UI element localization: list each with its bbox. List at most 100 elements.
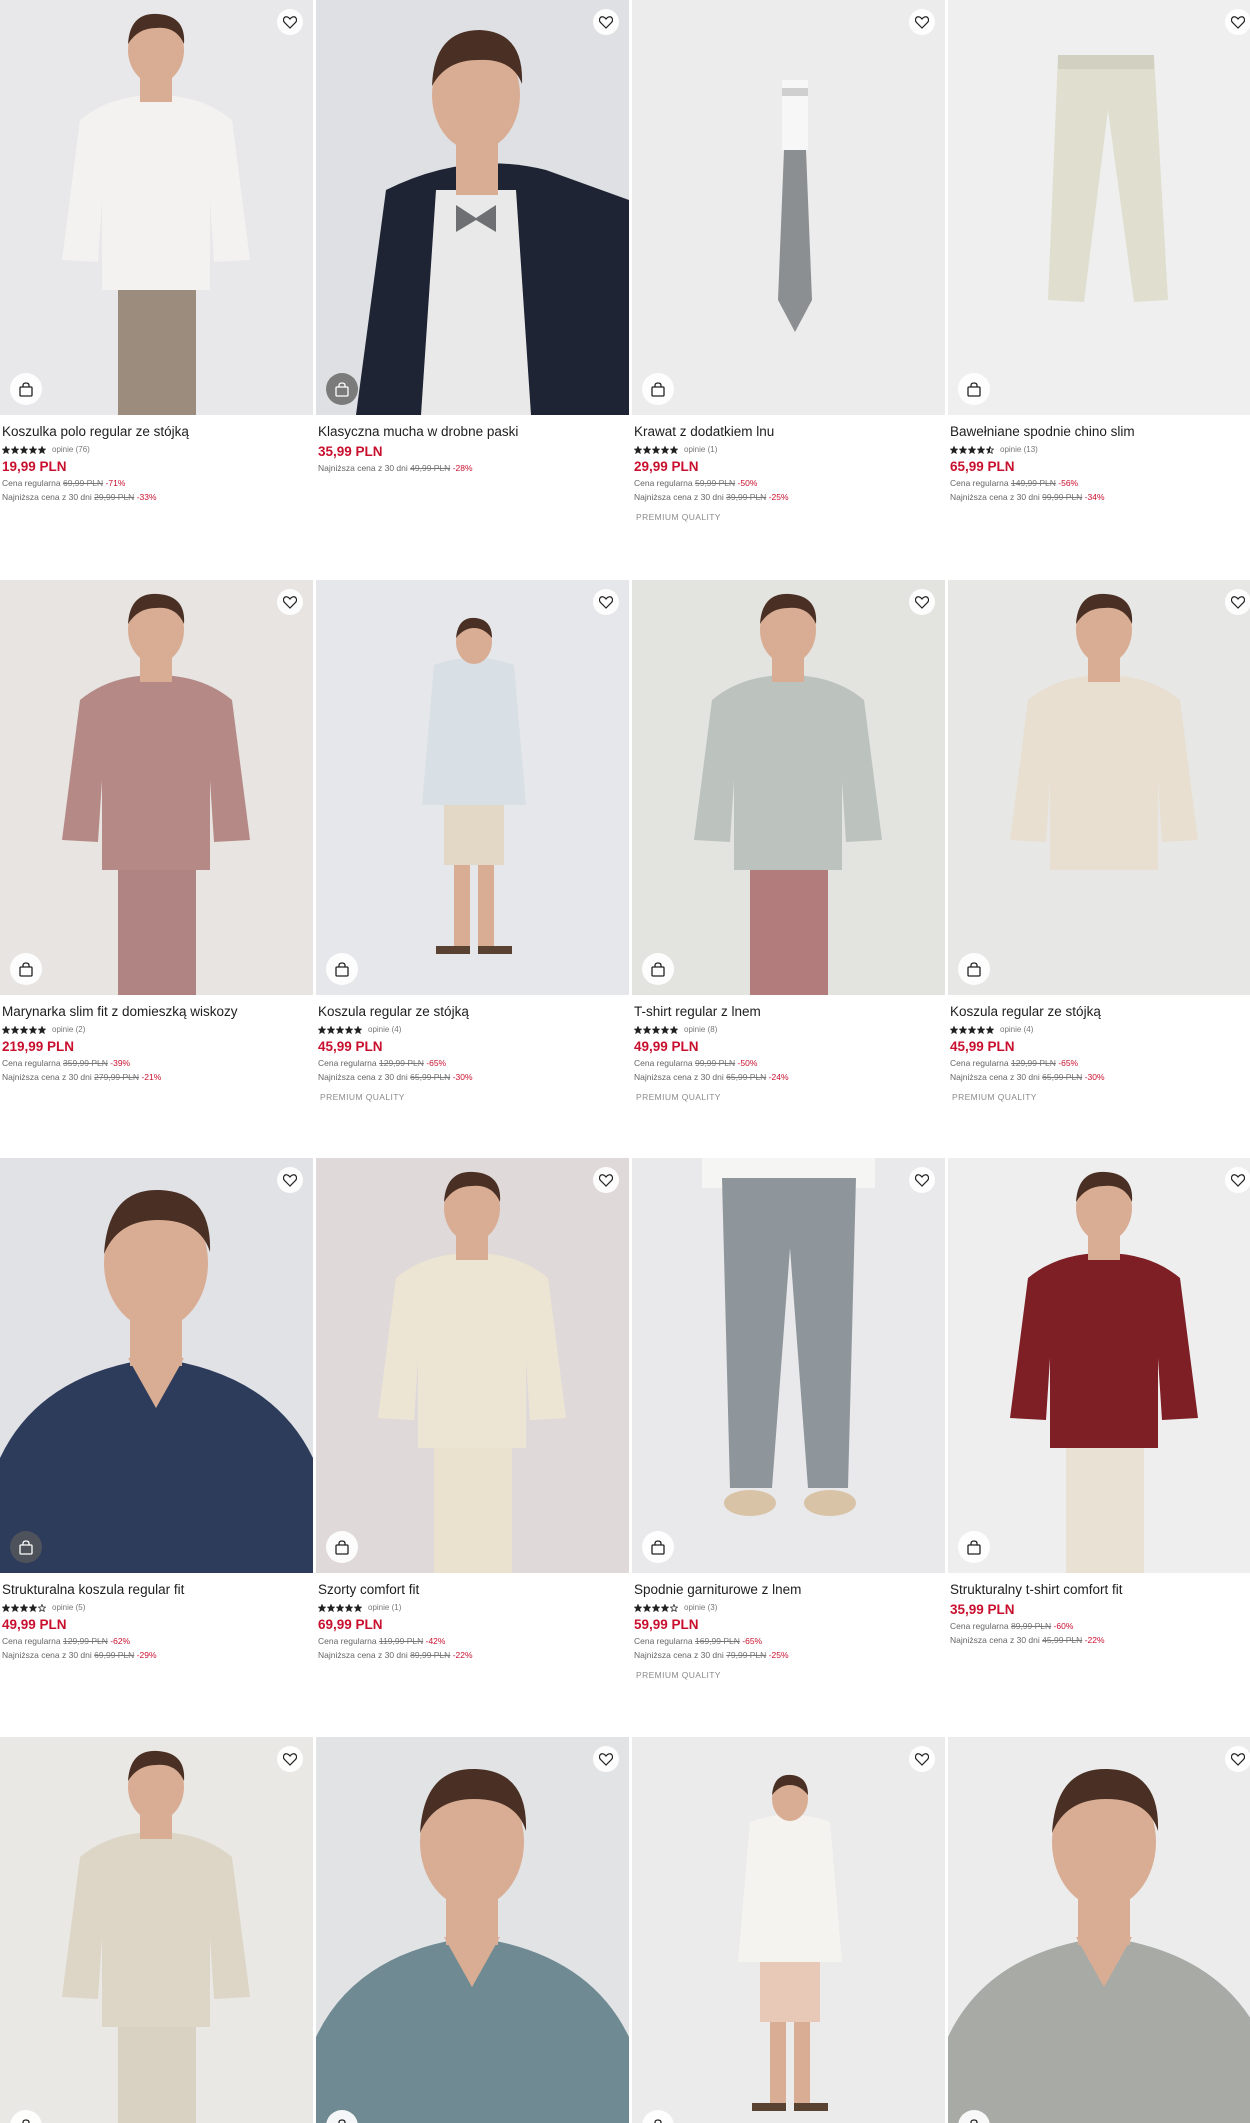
- add-to-cart-button[interactable]: [958, 953, 990, 985]
- product-card[interactable]: Klasyczna mucha w drobne paski 35,99 PLN N…: [316, 0, 629, 474]
- add-to-wishlist-button[interactable]: [1225, 1746, 1250, 1772]
- product-name[interactable]: Klasyczna mucha w drobne paski: [318, 423, 629, 440]
- price-label: Cena regularna: [2, 1636, 61, 1646]
- add-to-cart-button[interactable]: [326, 953, 358, 985]
- add-to-cart-button[interactable]: [10, 373, 42, 405]
- add-to-cart-button[interactable]: [326, 373, 358, 405]
- star-icon: [652, 1603, 660, 1612]
- reviews-count[interactable]: opinie (4): [1000, 1025, 1033, 1034]
- add-to-wishlist-button[interactable]: [1225, 9, 1250, 35]
- product-image[interactable]: [632, 1737, 945, 2123]
- reviews-count[interactable]: opinie (8): [684, 1025, 717, 1034]
- product-image[interactable]: [316, 1737, 629, 2123]
- product-image[interactable]: [948, 1737, 1250, 2123]
- star-icon: [661, 1025, 669, 1034]
- product-name[interactable]: Koszula regular ze stójką: [950, 1003, 1250, 1020]
- reviews-count[interactable]: opinie (13): [1000, 445, 1038, 454]
- add-to-wishlist-button[interactable]: [909, 1167, 935, 1193]
- reviews-count[interactable]: opinie (4): [368, 1025, 401, 1034]
- product-card[interactable]: Koszula regular ze stójką opinie (4) 45,99…: [316, 580, 629, 1102]
- add-to-cart-button[interactable]: [958, 1531, 990, 1563]
- shopping-bag-icon: [967, 381, 981, 397]
- add-to-cart-button[interactable]: [958, 373, 990, 405]
- product-card[interactable]: Marynarka slim fit z domieszką wiskozy op…: [0, 580, 313, 1083]
- product-card[interactable]: Koszula regular ze stójką opinie (4) 45,99…: [948, 580, 1250, 1102]
- add-to-wishlist-button[interactable]: [277, 9, 303, 35]
- current-price: 19,99 PLN: [2, 459, 67, 474]
- add-to-cart-button[interactable]: [10, 953, 42, 985]
- reviews-count[interactable]: opinie (3): [684, 1603, 717, 1612]
- product-image[interactable]: [316, 1158, 629, 1573]
- add-to-cart-button[interactable]: [326, 1531, 358, 1563]
- lowest-price-line: Najniższa cena z 30 dni 49,99 PLN -28%: [318, 463, 629, 474]
- lowest-price-line: Najniższa cena z 30 dni 79,99 PLN -25%: [634, 1650, 945, 1661]
- add-to-wishlist-button[interactable]: [909, 589, 935, 615]
- regular-price-line: Cena regularna 129,99 PLN -62%: [2, 1636, 313, 1647]
- reviews-count[interactable]: opinie (1): [368, 1603, 401, 1612]
- product-image[interactable]: [948, 1158, 1250, 1573]
- reviews-count[interactable]: opinie (5): [52, 1603, 85, 1612]
- add-to-wishlist-button[interactable]: [593, 589, 619, 615]
- add-to-wishlist-button[interactable]: [277, 1167, 303, 1193]
- product-name[interactable]: Bawełniane spodnie chino slim: [950, 423, 1250, 440]
- add-to-wishlist-button[interactable]: [277, 1746, 303, 1772]
- product-name[interactable]: Strukturalny t-shirt comfort fit: [950, 1581, 1250, 1598]
- product-name[interactable]: T-shirt regular z lnem: [634, 1003, 945, 1020]
- product-image[interactable]: [632, 1158, 945, 1573]
- product-card[interactable]: Krawat z dodatkiem lnu opinie (1) 29,99 PL…: [632, 0, 945, 522]
- product-card[interactable]: [0, 1737, 313, 2123]
- product-name[interactable]: Koszula regular ze stójką: [318, 1003, 629, 1020]
- product-name[interactable]: Spodnie garniturowe z lnem: [634, 1581, 945, 1598]
- product-name[interactable]: Strukturalna koszula regular fit: [2, 1581, 313, 1598]
- product-image[interactable]: [948, 0, 1250, 415]
- product-name[interactable]: Koszulka polo regular ze stójką: [2, 423, 313, 440]
- add-to-cart-button[interactable]: [642, 953, 674, 985]
- add-to-wishlist-button[interactable]: [277, 589, 303, 615]
- product-image[interactable]: [632, 580, 945, 995]
- product-name[interactable]: Krawat z dodatkiem lnu: [634, 423, 945, 440]
- reviews-count[interactable]: opinie (76): [52, 445, 90, 454]
- product-image[interactable]: [0, 1737, 313, 2123]
- add-to-wishlist-button[interactable]: [1225, 589, 1250, 615]
- product-image[interactable]: [948, 580, 1250, 995]
- add-to-wishlist-button[interactable]: [909, 9, 935, 35]
- product-image[interactable]: [316, 580, 629, 995]
- product-image[interactable]: [316, 0, 629, 415]
- price-label: Najniższa cena z 30 dni: [950, 1635, 1040, 1645]
- reviews-count[interactable]: opinie (1): [684, 445, 717, 454]
- product-card[interactable]: [632, 1737, 945, 2123]
- add-to-wishlist-button[interactable]: [593, 1167, 619, 1193]
- add-to-cart-button[interactable]: [10, 1531, 42, 1563]
- product-image[interactable]: [0, 1158, 313, 1573]
- product-card[interactable]: Strukturalny t-shirt comfort fit 35,99 PL…: [948, 1158, 1250, 1646]
- product-photo: [316, 580, 629, 995]
- product-name[interactable]: Marynarka slim fit z domieszką wiskozy: [2, 1003, 313, 1020]
- product-photo: [948, 580, 1250, 995]
- add-to-cart-button[interactable]: [642, 1531, 674, 1563]
- current-price: 49,99 PLN: [2, 1617, 67, 1632]
- reviews-count[interactable]: opinie (2): [52, 1025, 85, 1034]
- product-image[interactable]: [0, 580, 313, 995]
- current-price: 65,99 PLN: [950, 459, 1015, 474]
- product-name[interactable]: Szorty comfort fit: [318, 1581, 629, 1598]
- add-to-wishlist-button[interactable]: [593, 9, 619, 35]
- lowest-price-line: Najniższa cena z 30 dni 89,99 PLN -22%: [318, 1650, 629, 1661]
- add-to-wishlist-button[interactable]: [909, 1746, 935, 1772]
- product-card[interactable]: Koszulka polo regular ze stójką opinie (7…: [0, 0, 313, 503]
- product-card[interactable]: Strukturalna koszula regular fit opinie (…: [0, 1158, 313, 1661]
- product-card[interactable]: [316, 1737, 629, 2123]
- product-card[interactable]: T-shirt regular z lnem opinie (8) 49,99 PL…: [632, 580, 945, 1102]
- product-image[interactable]: [632, 0, 945, 415]
- add-to-cart-button[interactable]: [642, 373, 674, 405]
- product-card[interactable]: Spodnie garniturowe z lnem opinie (3) 59,9…: [632, 1158, 945, 1680]
- discount-percent: -24%: [768, 1072, 789, 1082]
- product-card[interactable]: [948, 1737, 1250, 2123]
- add-to-wishlist-button[interactable]: [1225, 1167, 1250, 1193]
- product-card[interactable]: Szorty comfort fit opinie (1) 69,99 PLN Cen…: [316, 1158, 629, 1661]
- star-icon: [20, 1025, 28, 1034]
- add-to-wishlist-button[interactable]: [593, 1746, 619, 1772]
- rating-stars: [950, 1025, 994, 1034]
- product-image[interactable]: [0, 0, 313, 415]
- heart-icon: [283, 595, 297, 609]
- product-card[interactable]: Bawełniane spodnie chino slim opinie (13…: [948, 0, 1250, 503]
